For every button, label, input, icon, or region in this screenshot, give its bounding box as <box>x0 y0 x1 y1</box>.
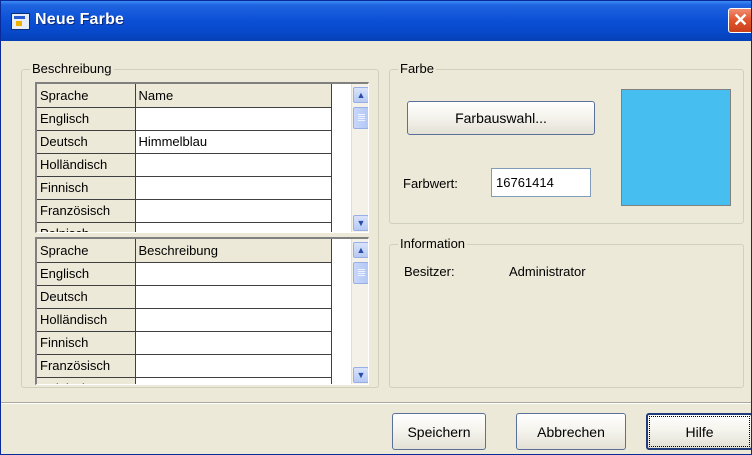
owner-value: Administrator <box>509 264 586 279</box>
title-bar[interactable]: Neue Farbe ✕ <box>1 1 751 41</box>
name-grid[interactable]: Sprache Name Englisch Deutsch Himmelblau … <box>35 82 369 233</box>
save-button[interactable]: Speichern <box>392 413 486 450</box>
farbe-group: Farbe Farbauswahl... Farbwert: <box>389 61 744 224</box>
column-header-language[interactable]: Sprache <box>37 84 136 108</box>
row-language: Polnisch <box>37 222 136 232</box>
name-cell[interactable] <box>135 222 332 232</box>
description-cell[interactable] <box>135 331 332 355</box>
row-language: Deutsch <box>37 285 136 309</box>
grid-header-row: Sprache Beschreibung <box>37 239 332 263</box>
grid-header-row: Sprache Name <box>37 84 332 108</box>
name-cell[interactable] <box>135 107 332 131</box>
close-icon: ✕ <box>732 10 749 30</box>
row-language: Englisch <box>37 262 136 286</box>
table-row[interactable]: Finnisch <box>37 176 332 200</box>
description-grid[interactable]: Sprache Beschreibung Englisch Deutsch Ho… <box>35 237 369 385</box>
description-cell[interactable] <box>135 262 332 286</box>
app-icon <box>11 13 30 30</box>
information-legend: Information <box>398 236 468 252</box>
column-header-language[interactable]: Sprache <box>37 239 136 263</box>
owner-label: Besitzer: <box>404 264 455 279</box>
column-header-description[interactable]: Beschreibung <box>135 239 332 263</box>
color-value-label: Farbwert: <box>403 176 458 191</box>
name-grid-scrollbar[interactable]: ▲ ▼ <box>351 84 368 232</box>
scroll-up-button[interactable]: ▲ <box>353 87 368 103</box>
table-row[interactable]: Polnisch <box>37 222 332 232</box>
description-cell[interactable] <box>135 308 332 332</box>
close-button[interactable]: ✕ <box>728 8 751 33</box>
table-row[interactable]: Holländisch <box>37 153 332 177</box>
name-cell[interactable] <box>135 199 332 223</box>
row-language: Finnisch <box>37 176 136 200</box>
table-row[interactable]: Deutsch <box>37 285 332 309</box>
row-language: Französisch <box>37 199 136 223</box>
color-swatch[interactable] <box>621 89 731 206</box>
window-title: Neue Farbe <box>35 11 125 28</box>
scroll-thumb[interactable] <box>353 262 368 284</box>
name-cell[interactable]: Himmelblau <box>135 130 332 154</box>
beschreibung-legend: Beschreibung <box>30 61 114 77</box>
farbe-legend: Farbe <box>398 61 436 77</box>
table-row[interactable]: Englisch <box>37 107 332 131</box>
column-header-name[interactable]: Name <box>135 84 332 108</box>
row-language: Polnisch <box>37 377 136 384</box>
row-language: Finnisch <box>37 331 136 355</box>
row-language: Deutsch <box>37 130 136 154</box>
name-cell[interactable] <box>135 153 332 177</box>
row-language: Holländisch <box>37 153 136 177</box>
beschreibung-group: Beschreibung Sprache Name Englisch Deuts… <box>21 61 379 388</box>
row-language: Englisch <box>37 107 136 131</box>
scroll-down-button[interactable]: ▼ <box>353 367 368 383</box>
description-cell[interactable] <box>135 285 332 309</box>
row-language: Französisch <box>37 354 136 378</box>
scroll-up-button[interactable]: ▲ <box>353 242 368 258</box>
color-picker-button[interactable]: Farbauswahl... <box>407 101 595 135</box>
scroll-thumb[interactable] <box>353 107 368 129</box>
scroll-down-button[interactable]: ▼ <box>353 215 368 231</box>
footer-separator <box>1 402 751 404</box>
table-row[interactable]: Deutsch Himmelblau <box>37 130 332 154</box>
dialog-window: Neue Farbe ✕ Beschreibung Sprache Name E… <box>0 0 752 455</box>
help-button[interactable]: Hilfe <box>646 413 751 450</box>
description-cell[interactable] <box>135 354 332 378</box>
cancel-button[interactable]: Abbrechen <box>516 413 626 450</box>
table-row[interactable]: Englisch <box>37 262 332 286</box>
table-row[interactable]: Holländisch <box>37 308 332 332</box>
description-cell[interactable] <box>135 377 332 384</box>
table-row[interactable]: Französisch <box>37 354 332 378</box>
color-value-field[interactable] <box>491 168 591 197</box>
information-group: Information Besitzer: Administrator <box>389 236 744 388</box>
row-language: Holländisch <box>37 308 136 332</box>
table-row[interactable]: Finnisch <box>37 331 332 355</box>
name-cell[interactable] <box>135 176 332 200</box>
table-row[interactable]: Polnisch <box>37 377 332 384</box>
table-row[interactable]: Französisch <box>37 199 332 223</box>
description-grid-scrollbar[interactable]: ▲ ▼ <box>351 239 368 384</box>
